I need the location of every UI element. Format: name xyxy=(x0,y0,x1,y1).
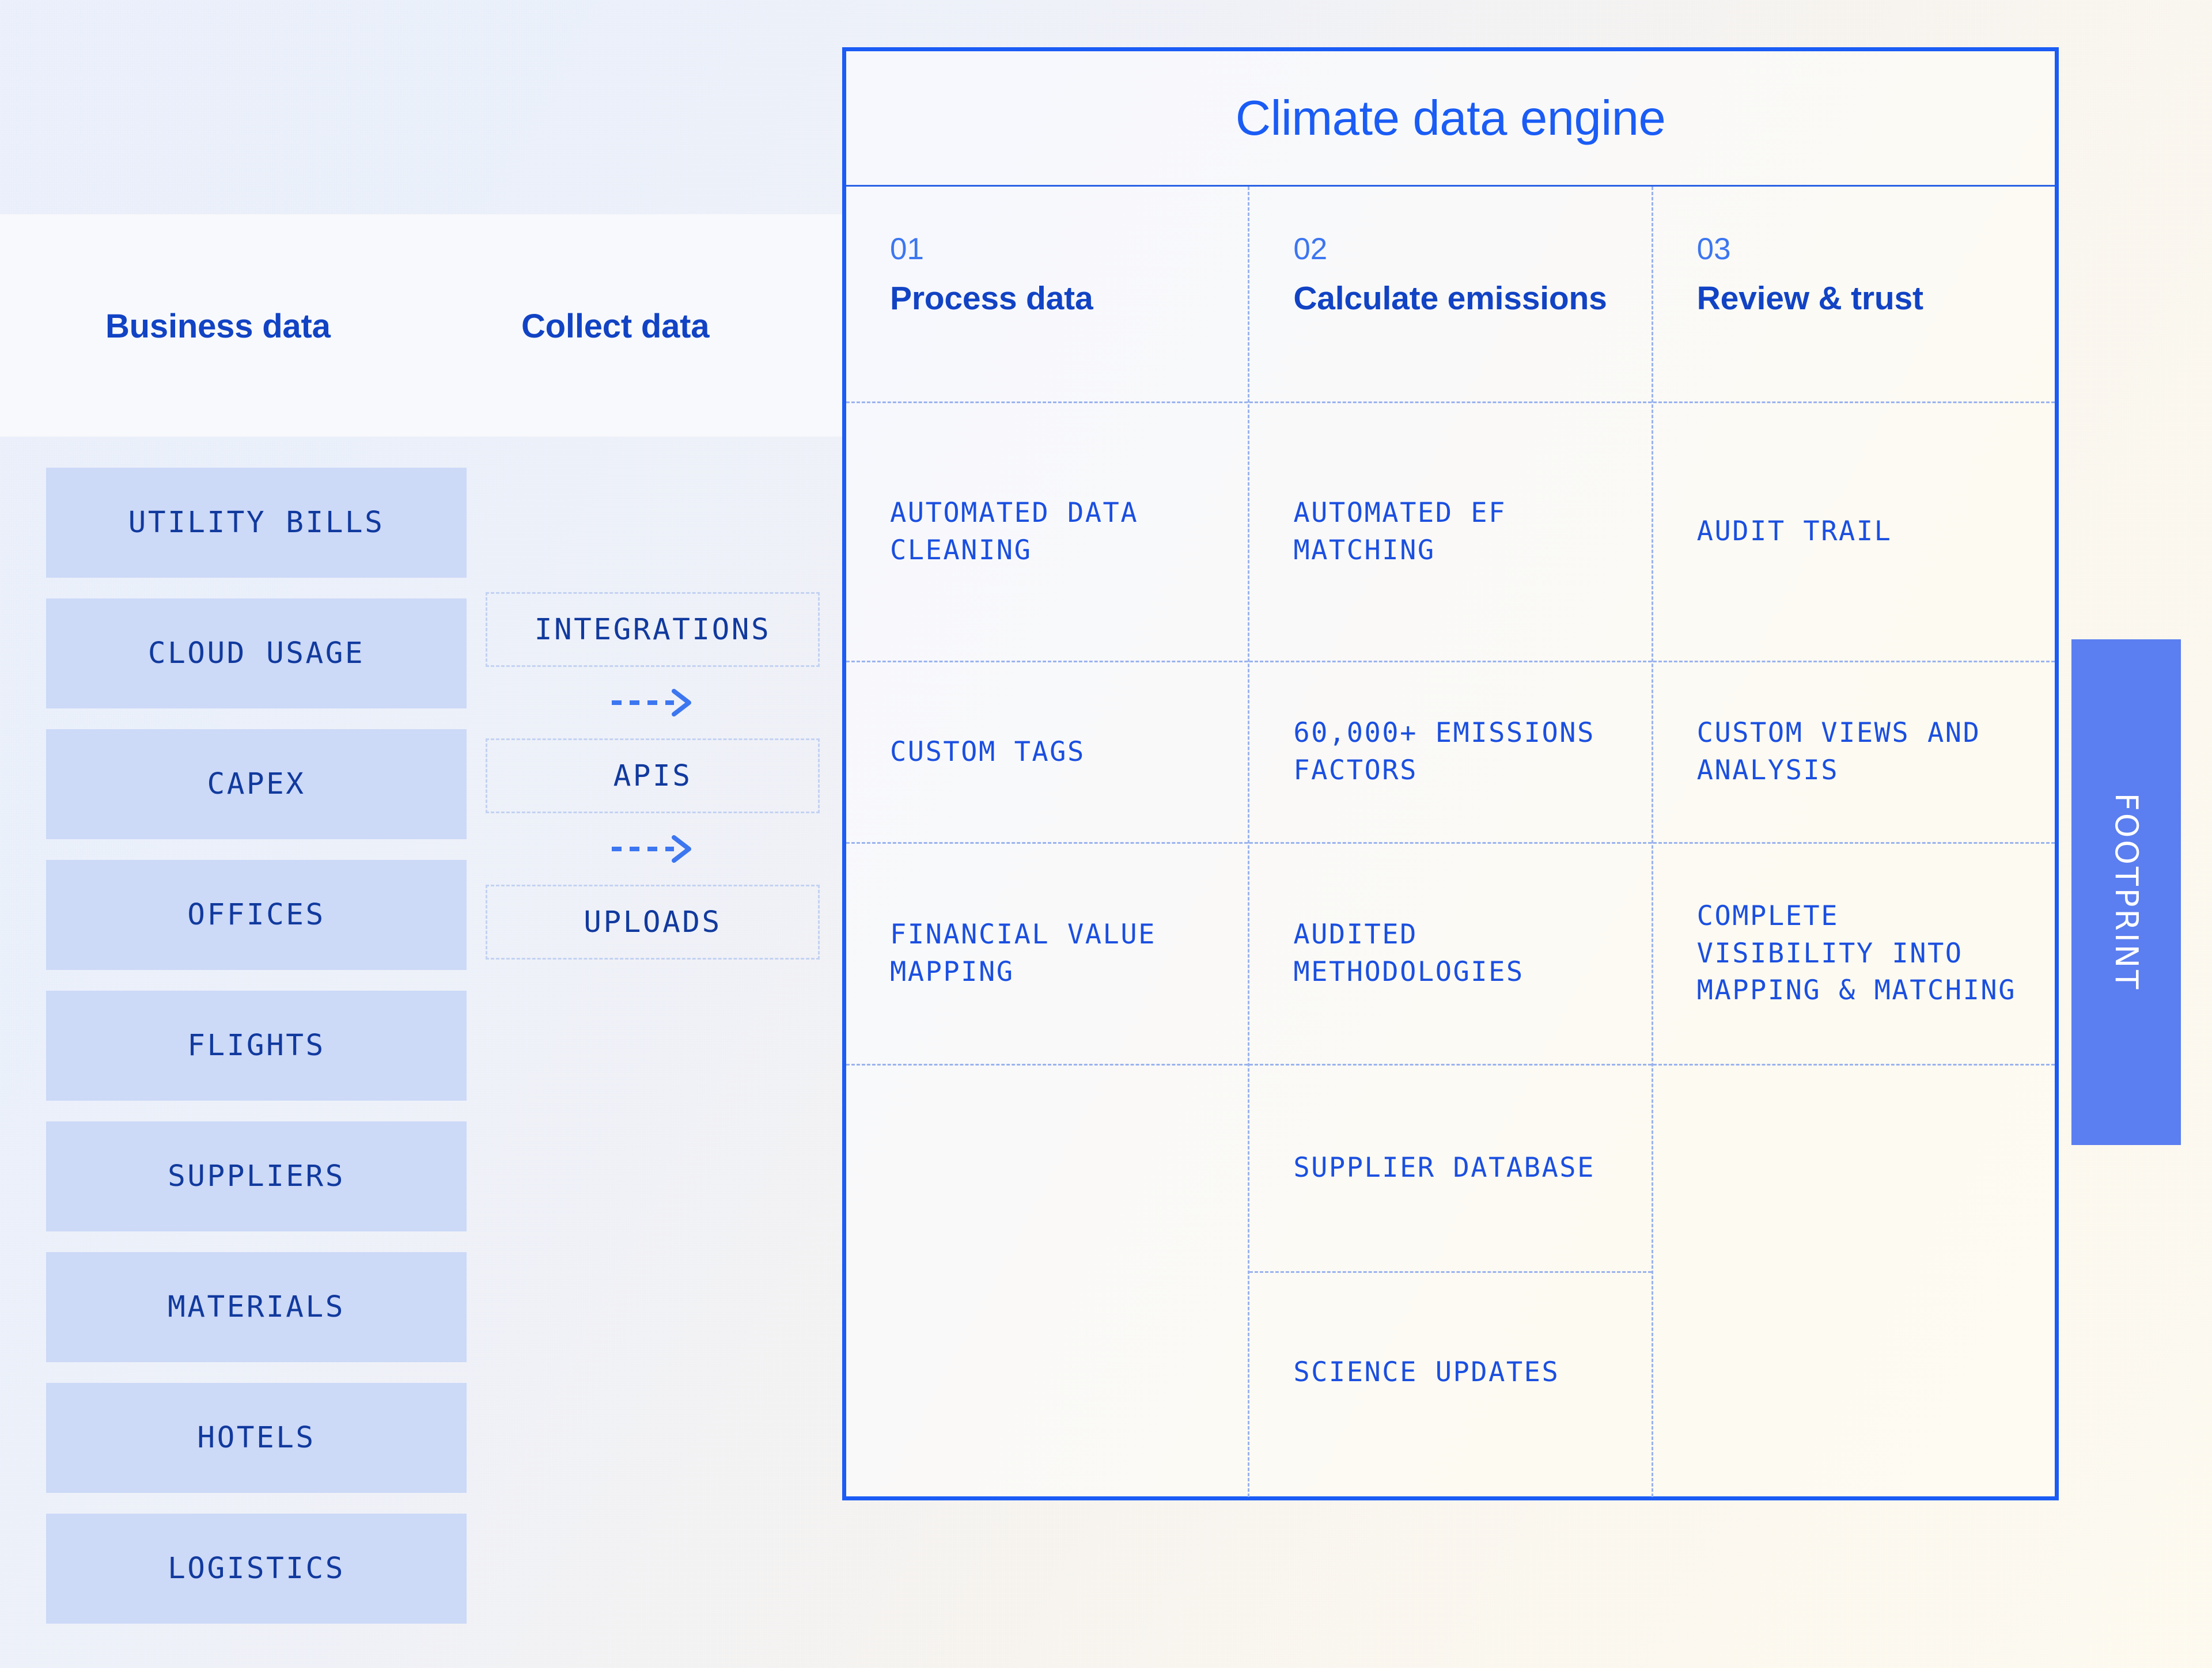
engine-column-title: Calculate emissions xyxy=(1293,280,1607,317)
engine-column-title: Process data xyxy=(890,280,1093,317)
business-data-chip[interactable]: FLIGHTS xyxy=(46,991,467,1101)
climate-data-engine-panel: Climate data engine 01 Process data AUTOMA… xyxy=(842,47,2059,1500)
engine-cell[interactable]: AUDIT TRAIL xyxy=(1653,401,2055,661)
collect-data-heading: Collect data xyxy=(521,308,710,345)
collect-data-list: INTEGRATIONS APIS UPLOADS xyxy=(486,592,820,960)
engine-cell-label: COMPLETE VISIBILITY INTO MAPPING & MATCH… xyxy=(1696,900,2016,1007)
engine-column-number: 01 xyxy=(890,232,924,266)
engine-cell[interactable]: AUTOMATED EF MATCHING xyxy=(1249,401,1652,661)
engine-column-02: 02 Calculate emissions AUTOMATED EF MATCHI… xyxy=(1248,187,1652,1497)
collect-data-box[interactable]: INTEGRATIONS xyxy=(486,592,820,667)
business-data-list: UTILITY BILLS CLOUD USAGE CAPEX OFFICES FLIG… xyxy=(46,468,467,1644)
collect-flow-arrow xyxy=(486,813,820,885)
business-data-chip-label: HOTELS xyxy=(197,1421,316,1455)
business-data-chip-label: LOGISTICS xyxy=(168,1552,345,1586)
business-data-chip[interactable]: LOGISTICS xyxy=(46,1514,467,1624)
collect-data-box[interactable]: UPLOADS xyxy=(486,885,820,960)
engine-cell-label: CUSTOM VIEWS AND ANALYSIS xyxy=(1696,717,1981,786)
engine-column-01: 01 Process data AUTOMATED DATA CLEANING CUS… xyxy=(846,187,1248,1497)
collect-data-box-label: INTEGRATIONS xyxy=(534,612,771,647)
collect-flow-arrow xyxy=(486,667,820,738)
business-data-heading: Business data xyxy=(105,308,331,345)
engine-cell[interactable]: SCIENCE UPDATES xyxy=(1249,1271,1652,1473)
engine-column-cells: AUDIT TRAIL CUSTOM VIEWS AND ANALYSIS COMP… xyxy=(1653,401,2055,1271)
engine-title-bar: Climate data engine xyxy=(846,51,2055,187)
business-data-chip[interactable]: CAPEX xyxy=(46,729,467,839)
engine-cell-label: AUDIT TRAIL xyxy=(1696,515,1892,548)
collect-data-box-label: APIS xyxy=(613,759,692,793)
business-data-chip-label: UTILITY BILLS xyxy=(128,506,385,540)
engine-column-03: 03 Review & trust AUDIT TRAIL CUSTOM VIEWS … xyxy=(1651,187,2055,1497)
dashed-arrow-right-icon xyxy=(612,689,691,717)
engine-cell[interactable]: CUSTOM VIEWS AND ANALYSIS xyxy=(1653,661,2055,842)
engine-title: Climate data engine xyxy=(1235,90,1666,146)
business-data-chip-label: CLOUD USAGE xyxy=(147,636,365,670)
engine-cell-label: SCIENCE UPDATES xyxy=(1293,1356,1560,1389)
business-data-chip-label: SUPPLIERS xyxy=(168,1159,345,1193)
business-data-chip[interactable]: MATERIALS xyxy=(46,1252,467,1362)
business-data-chip-label: CAPEX xyxy=(207,767,306,801)
business-data-chip-label: OFFICES xyxy=(187,898,325,932)
engine-cell-label: AUTOMATED EF MATCHING xyxy=(1293,496,1506,566)
engine-columns-grid: 01 Process data AUTOMATED DATA CLEANING CUS… xyxy=(846,187,2055,1497)
engine-cell[interactable]: 60,000+ EMISSIONS FACTORS xyxy=(1249,661,1652,842)
engine-column-header: 02 Calculate emissions xyxy=(1249,187,1651,401)
engine-cell-label: AUDITED METHODOLOGIES xyxy=(1293,919,1524,988)
business-data-chip[interactable]: OFFICES xyxy=(46,860,467,970)
engine-cell[interactable]: CUSTOM TAGS xyxy=(846,661,1248,842)
engine-cell-empty xyxy=(846,1064,1248,1271)
engine-cell[interactable]: SUPPLIER DATABASE xyxy=(1249,1064,1652,1271)
engine-cell-label: AUTOMATED DATA CLEANING xyxy=(890,496,1139,566)
business-data-chip[interactable]: SUPPLIERS xyxy=(46,1121,467,1231)
engine-cell[interactable]: FINANCIAL VALUE MAPPING xyxy=(846,842,1248,1064)
diagram-canvas: Business data Collect data UTILITY BILLS… xyxy=(0,0,2212,1668)
engine-column-header: 03 Review & trust xyxy=(1653,187,2055,401)
collect-data-box[interactable]: APIS xyxy=(486,738,820,813)
footprint-label: FOOTPRINT xyxy=(2108,793,2145,992)
engine-cell-label: FINANCIAL VALUE MAPPING xyxy=(890,919,1156,988)
business-data-chip[interactable]: CLOUD USAGE xyxy=(46,598,467,708)
dashed-arrow-right-icon xyxy=(612,835,691,863)
engine-column-cells: AUTOMATED EF MATCHING 60,000+ EMISSIONS F… xyxy=(1249,401,1652,1473)
engine-cell[interactable]: AUDITED METHODOLOGIES xyxy=(1249,842,1652,1064)
business-data-chip[interactable]: HOTELS xyxy=(46,1383,467,1493)
engine-cell-label: SUPPLIER DATABASE xyxy=(1293,1152,1595,1184)
engine-column-header: 01 Process data xyxy=(846,187,1248,401)
engine-cell-label: CUSTOM TAGS xyxy=(890,736,1085,768)
business-data-chip-label: FLIGHTS xyxy=(187,1029,325,1063)
business-data-chip[interactable]: UTILITY BILLS xyxy=(46,468,467,578)
business-data-chip-label: MATERIALS xyxy=(168,1290,345,1324)
engine-cell-empty xyxy=(1653,1064,2055,1271)
engine-cell[interactable]: AUTOMATED DATA CLEANING xyxy=(846,401,1248,661)
engine-column-number: 03 xyxy=(1696,232,1731,266)
engine-column-number: 02 xyxy=(1293,232,1328,266)
engine-column-cells: AUTOMATED DATA CLEANING CUSTOM TAGS FINANC… xyxy=(846,401,1248,1271)
collect-data-box-label: UPLOADS xyxy=(584,905,722,939)
engine-cell-label: 60,000+ EMISSIONS FACTORS xyxy=(1293,717,1595,786)
engine-column-title: Review & trust xyxy=(1696,280,1923,317)
footprint-badge: FOOTPRINT xyxy=(2071,639,2181,1145)
engine-cell[interactable]: COMPLETE VISIBILITY INTO MAPPING & MATCH… xyxy=(1653,842,2055,1064)
